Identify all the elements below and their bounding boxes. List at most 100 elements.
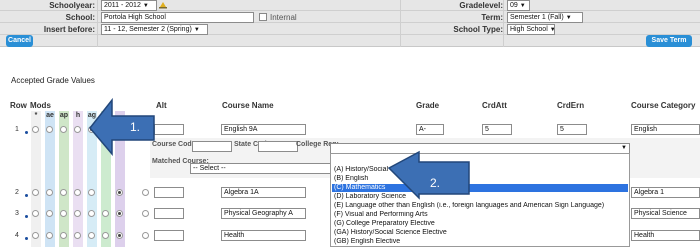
mod-radio[interactable] bbox=[88, 210, 95, 217]
mod-header-ae: ae bbox=[46, 112, 54, 119]
course-category-input[interactable]: English bbox=[631, 124, 700, 135]
mod-radio[interactable] bbox=[32, 126, 39, 133]
col-course-name-header: Course Name bbox=[222, 101, 274, 110]
college-req-option[interactable]: (B) English bbox=[332, 175, 628, 183]
school-type-label: School Type: bbox=[453, 25, 503, 34]
mod-radio[interactable] bbox=[60, 126, 67, 133]
mod-radio[interactable] bbox=[46, 126, 53, 133]
callout-arrow-1-icon bbox=[89, 97, 155, 156]
internal-checkbox[interactable] bbox=[259, 13, 267, 21]
mod-radio[interactable] bbox=[142, 232, 149, 239]
mod-radio[interactable] bbox=[46, 210, 53, 217]
mod-radio[interactable] bbox=[88, 189, 95, 196]
mod-radio[interactable] bbox=[46, 189, 53, 196]
school-type-value: High School bbox=[510, 26, 548, 33]
chevron-down-icon: ▼ bbox=[550, 27, 554, 33]
mod-radio[interactable] bbox=[88, 232, 95, 239]
callout-arrow-2-icon bbox=[387, 150, 470, 200]
college-req-option[interactable]: (A) History/Social Science bbox=[332, 166, 628, 174]
col-mods-header: Mods bbox=[30, 101, 51, 110]
mod-radio[interactable] bbox=[102, 210, 109, 217]
crdatt-input[interactable]: 5 bbox=[482, 124, 512, 135]
college-req-option[interactable]: (GB) English Elective bbox=[332, 238, 628, 246]
mod-radio[interactable] bbox=[142, 210, 149, 217]
chevron-down-icon: ▼ bbox=[193, 27, 200, 33]
school-type-select[interactable]: High School▼ bbox=[507, 24, 555, 35]
mod-radio[interactable] bbox=[74, 189, 81, 196]
callout-2-label: 2. bbox=[430, 176, 441, 190]
chevron-down-icon: ▼ bbox=[565, 15, 572, 21]
divider bbox=[97, 0, 98, 47]
college-req-option[interactable]: (G) College Preparatory Elective bbox=[332, 220, 628, 228]
divider bbox=[503, 0, 504, 47]
mod-radio[interactable] bbox=[142, 189, 149, 196]
course-category-input[interactable]: Health bbox=[631, 230, 700, 241]
mod-radio[interactable] bbox=[46, 232, 53, 239]
course-name-input[interactable]: Algebra 1A bbox=[221, 187, 306, 198]
cancel-button[interactable]: Cancel bbox=[6, 35, 33, 47]
gradelevel-label: Gradelevel: bbox=[459, 1, 503, 10]
col-crdern-header: CrdErn bbox=[557, 101, 585, 110]
course-name-input[interactable]: English 9A bbox=[221, 124, 306, 135]
insert-before-label: Insert before: bbox=[43, 25, 95, 34]
calendar-icon[interactable] bbox=[159, 1, 167, 9]
course-name-input[interactable]: Health bbox=[221, 230, 306, 241]
row-number: 4 bbox=[15, 232, 19, 239]
college-req-dropdown-list[interactable]: (A) History/Social Science (B) English (… bbox=[330, 153, 630, 247]
matched-course-select[interactable]: -- Select -- bbox=[190, 163, 338, 174]
college-req-option-selected[interactable]: (C) Mathematics bbox=[332, 184, 628, 192]
chevron-down-icon: ▼ bbox=[142, 3, 149, 9]
matched-course-value: -- Select -- bbox=[193, 165, 226, 172]
course-code-input[interactable] bbox=[192, 141, 232, 152]
row-number: 2 bbox=[15, 189, 19, 196]
mod-radio[interactable] bbox=[60, 189, 67, 196]
college-req-option[interactable]: (GA) History/Social Science Elective bbox=[332, 229, 628, 237]
crdern-input[interactable]: 5 bbox=[557, 124, 587, 135]
college-req-option[interactable]: (D) Laboratory Science bbox=[332, 193, 628, 201]
mod-header-star: * bbox=[34, 112, 38, 119]
col-crdatt-header: CrdAtt bbox=[482, 101, 507, 110]
alt-input[interactable] bbox=[154, 230, 184, 241]
col-course-category-header: Course Category bbox=[631, 101, 696, 110]
insert-before-value: 11 - 12, Semester 2 (Spring) bbox=[104, 26, 192, 33]
schoolyear-label: Schoolyear: bbox=[49, 1, 95, 10]
row-expand-icon[interactable] bbox=[25, 215, 28, 218]
mod-radio[interactable] bbox=[74, 210, 81, 217]
mod-radio[interactable] bbox=[60, 232, 67, 239]
mod-radio-selected[interactable] bbox=[116, 189, 123, 196]
course-category-input[interactable]: Physical Science bbox=[631, 208, 700, 219]
mod-radio[interactable] bbox=[60, 210, 67, 217]
mod-radio[interactable] bbox=[32, 210, 39, 217]
schoolyear-select[interactable]: 2011 - 2012 ▼ bbox=[101, 0, 157, 11]
gradelevel-select[interactable]: 09 ▼ bbox=[507, 0, 530, 11]
save-term-button[interactable]: Save Term bbox=[646, 35, 692, 47]
row-expand-icon[interactable] bbox=[25, 131, 28, 134]
row-expand-icon[interactable] bbox=[25, 194, 28, 197]
internal-label: Internal bbox=[270, 13, 297, 22]
term-label: Term: bbox=[481, 13, 503, 22]
mod-radio[interactable] bbox=[32, 232, 39, 239]
mod-radio-selected[interactable] bbox=[116, 210, 123, 217]
mod-radio-selected[interactable] bbox=[116, 232, 123, 239]
college-req-option[interactable]: (F) Visual and Performing Arts bbox=[332, 211, 628, 219]
alt-input[interactable] bbox=[154, 208, 184, 219]
alt-input[interactable] bbox=[154, 187, 184, 198]
chevron-down-icon: ▼ bbox=[621, 145, 627, 151]
insert-before-select[interactable]: 11 - 12, Semester 2 (Spring) ▼ bbox=[101, 24, 208, 35]
college-req-option[interactable]: (E) Language other than English (i.e., f… bbox=[332, 202, 628, 210]
term-value: Semester 1 (Fall) bbox=[510, 14, 564, 21]
state-code-label: State Code: bbox=[234, 141, 273, 148]
col-grade-header: Grade bbox=[416, 101, 440, 110]
grade-input[interactable]: A- bbox=[416, 124, 444, 135]
mod-header-ap: ap bbox=[59, 112, 69, 119]
term-select[interactable]: Semester 1 (Fall) ▼ bbox=[507, 12, 583, 23]
row-expand-icon[interactable] bbox=[25, 237, 28, 240]
course-name-input[interactable]: Physical Geography A bbox=[221, 208, 306, 219]
section-title: Accepted Grade Values bbox=[11, 76, 95, 85]
mod-radio[interactable] bbox=[102, 232, 109, 239]
state-code-input[interactable] bbox=[258, 141, 298, 152]
mod-radio[interactable] bbox=[74, 232, 81, 239]
mod-radio[interactable] bbox=[32, 189, 39, 196]
course-category-input[interactable]: Algebra 1 bbox=[631, 187, 700, 198]
school-input[interactable]: Portola High School bbox=[101, 12, 254, 23]
